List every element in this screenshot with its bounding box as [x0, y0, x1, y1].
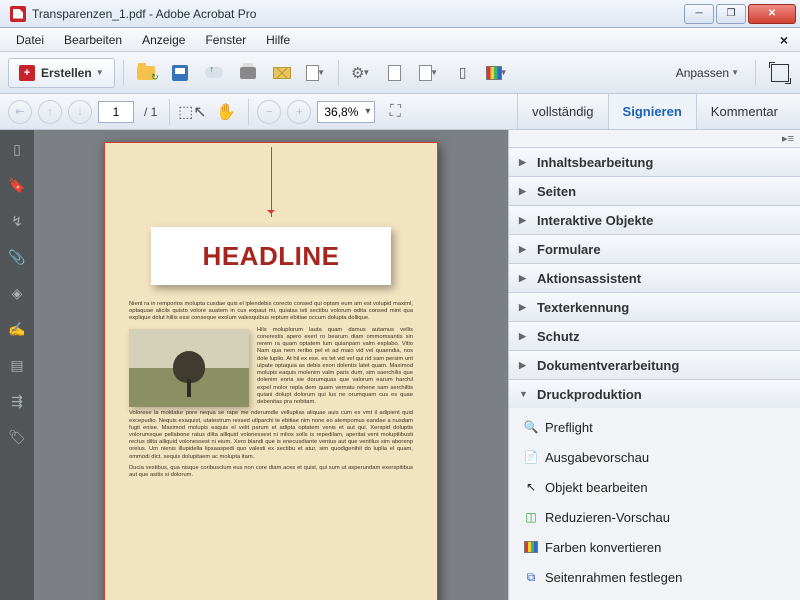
- menu-file[interactable]: Datei: [6, 33, 54, 47]
- page-total-label: / 1: [140, 105, 161, 119]
- main-toolbar: Erstellen ▼ ▼ ⚙▼ ▼ ▯ ▼ Anpassen▼: [0, 52, 800, 94]
- zoom-dropdown[interactable]: 36,8%: [317, 101, 375, 123]
- articles-icon[interactable]: ▤: [8, 356, 26, 374]
- body-text: Nient ra in remporios molupta cusdae qui…: [129, 301, 413, 479]
- window-title: Transparenzen_1.pdf - Adobe Acrobat Pro: [32, 7, 684, 21]
- section-forms[interactable]: ▶Formulare: [509, 235, 800, 263]
- tree-image: [129, 329, 249, 407]
- hand-icon: ✋: [216, 102, 236, 122]
- zoom-in-button[interactable]: +: [287, 100, 311, 124]
- convert-icon: [388, 65, 401, 81]
- section-text-recognition[interactable]: ▶Texterkennung: [509, 293, 800, 321]
- item-output-preview[interactable]: 📄Ausgabevorschau: [509, 442, 800, 472]
- item-add-printer-marks[interactable]: ⊹Druckermarken hinzufügen: [509, 592, 800, 600]
- section-action-wizard[interactable]: ▶Aktionsassistent: [509, 264, 800, 292]
- folder-icon: [137, 66, 155, 80]
- export-button[interactable]: ▼: [415, 59, 443, 87]
- fit-icon: ⛶: [390, 103, 401, 121]
- menu-window[interactable]: Fenster: [195, 33, 256, 47]
- prev-page-button[interactable]: ↑: [38, 100, 62, 124]
- section-content-editing[interactable]: ▶Inhaltsbearbeitung: [509, 148, 800, 176]
- fullscreen-button[interactable]: [764, 59, 792, 87]
- edit-text-button[interactable]: ▯: [449, 59, 477, 87]
- menu-view[interactable]: Anzeige: [132, 33, 195, 47]
- select-tool-button[interactable]: ⬚↖: [178, 98, 206, 126]
- print-button[interactable]: [234, 59, 262, 87]
- item-edit-object[interactable]: ↖Objekt bearbeiten: [509, 472, 800, 502]
- colors-icon: [523, 539, 539, 555]
- tools-panel: ▸≡ ▶Inhaltsbearbeitung ▶Seiten ▶Interakt…: [508, 130, 800, 600]
- minimize-button[interactable]: ─: [684, 4, 714, 24]
- upload-button[interactable]: [200, 59, 228, 87]
- zoom-out-button[interactable]: −: [257, 100, 281, 124]
- headline-box: HEADLINE: [151, 227, 391, 285]
- mail-icon: [273, 67, 291, 79]
- fit-button[interactable]: ⛶: [381, 98, 409, 126]
- create-label: Erstellen: [41, 66, 92, 80]
- bookmark-icon[interactable]: 🔖: [8, 176, 26, 194]
- pdf-page: HEADLINE Nient ra in remporios molupta c…: [104, 142, 438, 600]
- tab-comment[interactable]: Kommentar: [696, 94, 792, 129]
- document-close-button[interactable]: ×: [774, 32, 794, 48]
- settings-button[interactable]: ⚙▼: [347, 59, 375, 87]
- navigation-rail: ▯ 🔖 ↯ 📎 ◈ ✍ ▤ ⇶ 🏷: [0, 130, 34, 600]
- print-icon: [240, 67, 256, 79]
- plus-icon: [19, 65, 35, 81]
- hand-tool-button[interactable]: ✋: [212, 98, 240, 126]
- cloud-upload-icon: [205, 67, 223, 78]
- next-page-button[interactable]: ↓: [68, 100, 92, 124]
- convert-button[interactable]: [381, 59, 409, 87]
- section-print-production[interactable]: ▼Druckproduktion: [509, 380, 800, 408]
- save-button[interactable]: [166, 59, 194, 87]
- acrobat-icon: [10, 6, 26, 22]
- section-document-processing[interactable]: ▶Dokumentverarbeitung: [509, 351, 800, 379]
- open-button[interactable]: [132, 59, 160, 87]
- flattener-icon: ◫: [523, 509, 539, 525]
- menu-bar: Datei Bearbeiten Anzeige Fenster Hilfe ×: [0, 28, 800, 52]
- page-number-input[interactable]: [98, 101, 134, 123]
- section-interactive-objects[interactable]: ▶Interaktive Objekte: [509, 206, 800, 234]
- item-set-page-boxes[interactable]: ⧉Seitenrahmen festlegen: [509, 562, 800, 592]
- nav-toolbar: ⇤ ↑ ↓ / 1 ⬚↖ ✋ − + 36,8% ⛶ vollständig S…: [0, 94, 800, 130]
- preflight-icon: 🔍: [523, 419, 539, 435]
- email-button[interactable]: [268, 59, 296, 87]
- output-preview-icon: 📄: [523, 449, 539, 465]
- cursor-icon: ⬚↖: [178, 102, 207, 122]
- window-titlebar: Transparenzen_1.pdf - Adobe Acrobat Pro …: [0, 0, 800, 28]
- item-preflight[interactable]: 🔍Preflight: [509, 412, 800, 442]
- edit-icon: ▯: [459, 64, 467, 81]
- save-icon: [172, 65, 188, 81]
- attachment-icon[interactable]: 📎: [8, 248, 26, 266]
- clipboard-icon[interactable]: ↯: [8, 212, 26, 230]
- panel-menu-button[interactable]: ▸≡: [509, 130, 800, 148]
- create-button[interactable]: Erstellen ▼: [8, 58, 115, 88]
- page-boxes-icon: ⧉: [523, 569, 539, 585]
- send-button[interactable]: ▼: [302, 59, 330, 87]
- layers-icon[interactable]: ◈: [8, 284, 26, 302]
- fullscreen-icon: [771, 64, 789, 82]
- section-pages[interactable]: ▶Seiten: [509, 177, 800, 205]
- tab-fulltext[interactable]: vollständig: [517, 94, 607, 129]
- thumbnails-icon[interactable]: ▯: [8, 140, 26, 158]
- destinations-icon[interactable]: ⇶: [8, 392, 26, 410]
- item-convert-colors[interactable]: Farben konvertieren: [509, 532, 800, 562]
- menu-edit[interactable]: Bearbeiten: [54, 33, 132, 47]
- close-button[interactable]: ✕: [748, 4, 796, 24]
- color-swatch-button[interactable]: ▼: [483, 59, 511, 87]
- customize-button[interactable]: Anpassen▼: [668, 66, 747, 80]
- document-viewport[interactable]: HEADLINE Nient ra in remporios molupta c…: [34, 130, 508, 600]
- tab-sign[interactable]: Signieren: [608, 94, 696, 129]
- first-page-button[interactable]: ⇤: [8, 100, 32, 124]
- menu-help[interactable]: Hilfe: [256, 33, 300, 47]
- signatures-icon[interactable]: ✍: [8, 320, 26, 338]
- maximize-button[interactable]: ❐: [716, 4, 746, 24]
- section-protection[interactable]: ▶Schutz: [509, 322, 800, 350]
- edit-object-icon: ↖: [523, 479, 539, 495]
- tags-icon[interactable]: 🏷: [8, 428, 26, 446]
- item-flattener-preview[interactable]: ◫Reduzieren-Vorschau: [509, 502, 800, 532]
- annotation-arrow: [271, 147, 272, 217]
